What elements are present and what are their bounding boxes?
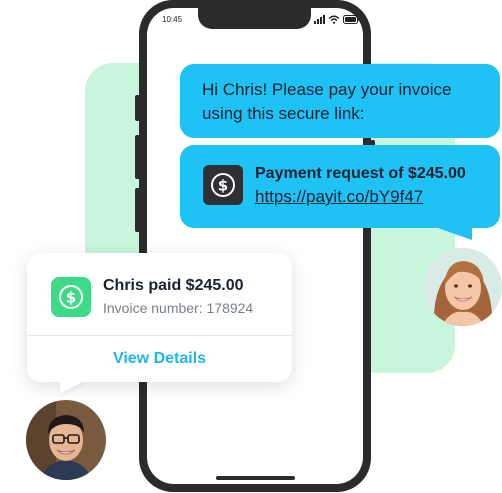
phone-volume-up-button (135, 135, 140, 179)
notification-title: Chris paid $245.00 (103, 277, 244, 294)
home-indicator (216, 476, 295, 480)
status-time: 10:45 (162, 15, 183, 24)
payment-link[interactable]: https://payit.co/bY9f47 (255, 187, 423, 207)
invoice-message-text: Hi Chris! Please pay your invoice using … (202, 80, 452, 123)
invoice-message-bubble: Hi Chris! Please pay your invoice using … (180, 64, 500, 138)
svg-text:$: $ (218, 177, 228, 195)
phone-notch (198, 7, 311, 29)
dollar-circle-icon: $ (203, 165, 243, 205)
invoice-number: Invoice number: 178924 (103, 300, 254, 316)
avatar-sender (26, 400, 106, 480)
signal-icon (314, 14, 325, 24)
phone-side-button (135, 95, 140, 121)
dollar-circle-icon: $ (51, 277, 91, 317)
phone-volume-down-button (135, 188, 140, 232)
battery-icon (343, 14, 360, 24)
bubble-tail (432, 226, 472, 240)
payment-request-title: Payment request of $245.00 (255, 165, 466, 182)
card-divider (27, 335, 292, 336)
avatar-recipient (424, 248, 502, 326)
payment-notification-card: $ Chris paid $245.00 Invoice number: 178… (27, 253, 292, 382)
svg-text:$: $ (66, 289, 76, 307)
card-tail (60, 380, 86, 394)
payment-request-bubble[interactable]: $ Payment request of $245.00 https://pay… (180, 145, 500, 228)
status-icons (314, 14, 361, 24)
view-details-button[interactable]: View Details (27, 350, 292, 368)
wifi-icon (328, 15, 340, 24)
